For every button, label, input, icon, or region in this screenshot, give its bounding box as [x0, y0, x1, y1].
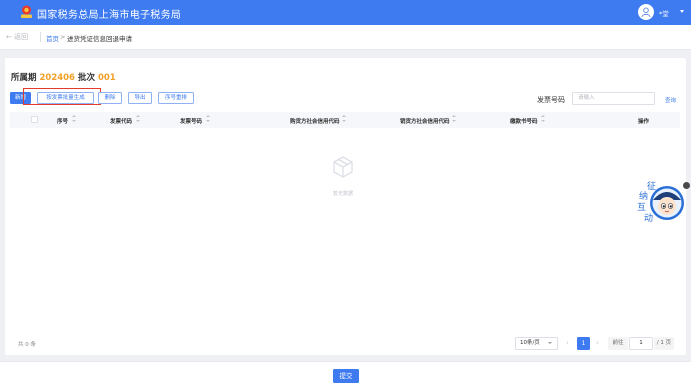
batch-value: 001 — [97, 73, 116, 83]
breadcrumb-current: 进货凭证信息回退申请 — [67, 35, 132, 43]
batch-label: 批次 — [77, 73, 95, 83]
back-button[interactable]: ← 返回 — [6, 32, 28, 42]
tax-assistant-mascot-icon[interactable]: 征 纳 互 动 — [634, 178, 686, 224]
period-info: 所属期 202406 批次 001 — [11, 71, 116, 83]
delete-button[interactable]: 删除 — [98, 92, 122, 104]
empty-text: 暂无数据 — [332, 191, 353, 197]
prev-page-icon[interactable]: ‹ — [566, 339, 569, 347]
select-all-checkbox[interactable] — [31, 116, 38, 123]
column-header: 发票代码 — [110, 119, 133, 125]
sort-icon[interactable] — [452, 115, 456, 124]
divider — [40, 32, 41, 42]
sort-icon[interactable] — [206, 115, 210, 124]
search-label: 发票号码 — [537, 96, 565, 104]
chevron-down-icon[interactable] — [680, 10, 684, 13]
breadcrumb-home[interactable]: 首页 — [46, 33, 59, 43]
export-button[interactable]: 导出 — [128, 92, 152, 104]
column-header: 购货方社会信用代码 — [290, 119, 340, 125]
sort-icon[interactable] — [72, 115, 76, 124]
assistant-text: 动 — [644, 213, 653, 224]
column-header: 缴款书号码 — [510, 119, 538, 125]
site-title: 国家税务总局上海市电子税务局 — [37, 10, 182, 21]
breadcrumb-bar: ← 返回 首页 > 进货凭证信息回退申请 — [0, 25, 691, 50]
page-size-select[interactable]: 10条/页 — [515, 337, 558, 350]
page-size-value: 10条/页 — [520, 340, 540, 346]
sort-icon[interactable] — [342, 115, 346, 124]
footer-bar: 提交 — [0, 361, 691, 385]
next-page-icon[interactable]: › — [596, 339, 599, 347]
side-handle[interactable] — [683, 182, 690, 189]
user-avatar-icon[interactable] — [638, 4, 654, 20]
reorder-button[interactable]: 序号重排 — [158, 92, 194, 104]
page-number[interactable]: 1 — [577, 337, 590, 350]
column-header: 销货方社会信用代码 — [400, 119, 450, 125]
empty-box-icon — [333, 156, 353, 178]
table-header: 序号 发票代码 发票号码 购货方社会信用代码 销货方社会信用代码 缴款书号码 操… — [10, 112, 680, 128]
breadcrumb-separator: > — [60, 33, 66, 41]
goto-label: 前往 — [608, 337, 628, 350]
sort-icon[interactable] — [541, 115, 545, 124]
total-count: 共 0 条 — [18, 342, 36, 348]
sort-icon[interactable] — [136, 115, 140, 124]
column-header: 操作 — [638, 119, 650, 125]
assistant-text: 纳 — [639, 190, 648, 202]
submit-button[interactable]: 提交 — [333, 369, 359, 383]
main-card: 所属期 202406 批次 001 新增 按发票批量生成 删除 导出 序号重排 … — [5, 58, 686, 355]
column-header: 序号 — [57, 119, 69, 125]
total-pages: / 1 页 — [654, 337, 674, 350]
invoice-number-input[interactable]: 请输入 — [572, 92, 655, 105]
goto-page-input[interactable]: 1 — [629, 337, 653, 350]
period-value: 202406 — [39, 73, 75, 83]
query-button[interactable]: 查询 — [665, 96, 676, 104]
column-header: 发票号码 — [180, 119, 203, 125]
assistant-text: 互 — [637, 202, 646, 213]
chevron-down-icon — [548, 342, 552, 344]
top-header: 国家税务总局上海市电子税务局 *堂 — [0, 0, 691, 25]
batch-generate-button[interactable]: 按发票批量生成 — [37, 92, 94, 104]
tax-emblem-icon — [21, 5, 32, 18]
period-label: 所属期 — [11, 73, 37, 83]
assistant-text: 征 — [647, 181, 656, 192]
username[interactable]: *堂 — [659, 8, 669, 18]
